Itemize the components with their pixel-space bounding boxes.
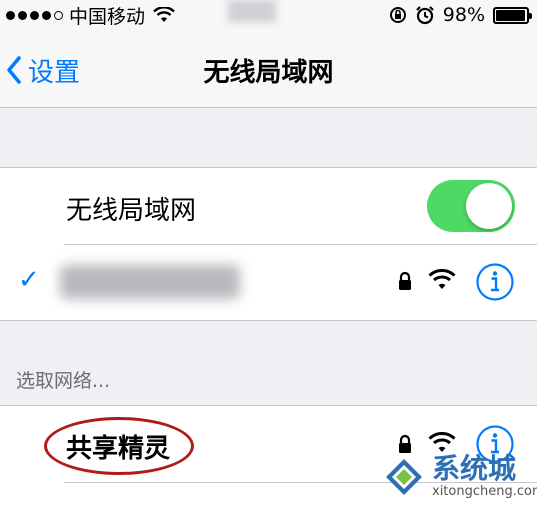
battery-level-fill xyxy=(496,9,526,21)
wifi-toggle-label: 无线局域网 xyxy=(66,196,197,226)
annotation-highlight-oval xyxy=(44,417,194,475)
info-icon[interactable] xyxy=(475,262,515,302)
lock-icon xyxy=(399,434,411,453)
page-title: 无线局域网 xyxy=(203,58,334,88)
blurred-clock xyxy=(228,0,276,22)
navigation-bar: 设置 无线局域网 xyxy=(0,30,537,108)
watermark: 系统城 xitongcheng.com xyxy=(384,454,537,500)
wifi-group: 无线局域网 ✓ xyxy=(0,167,537,321)
wifi-toggle-row: 无线局域网 xyxy=(0,168,537,244)
checkmark-icon: ✓ xyxy=(18,265,40,295)
status-bar: 中国移动 98% xyxy=(0,0,537,30)
wifi-signal-icon xyxy=(428,269,456,289)
battery-percent: 98% xyxy=(442,4,485,26)
status-right: 98% xyxy=(389,3,532,27)
watermark-title: 系统城 xyxy=(432,452,517,485)
carrier-name: 中国移动 xyxy=(69,5,146,28)
status-left: 中国移动 xyxy=(6,3,175,28)
signal-strength-icon xyxy=(6,10,63,20)
battery-icon xyxy=(493,6,532,24)
toggle-knob xyxy=(466,183,512,229)
watermark-text: 系统城 xitongcheng.com xyxy=(432,454,537,500)
wifi-signal-icon xyxy=(428,432,456,452)
wifi-status-icon xyxy=(153,7,175,22)
watermark-url: xitongcheng.com xyxy=(432,484,537,499)
section-header-choose-network: 选取网络... xyxy=(16,370,111,392)
connected-network-row[interactable]: ✓ xyxy=(0,245,537,321)
watermark-logo-icon xyxy=(386,459,422,495)
wifi-toggle-switch[interactable] xyxy=(427,180,515,232)
alarm-icon xyxy=(415,6,434,25)
blurred-network-name xyxy=(60,265,240,299)
rotation-lock-icon xyxy=(389,7,406,23)
lock-icon xyxy=(399,271,411,290)
